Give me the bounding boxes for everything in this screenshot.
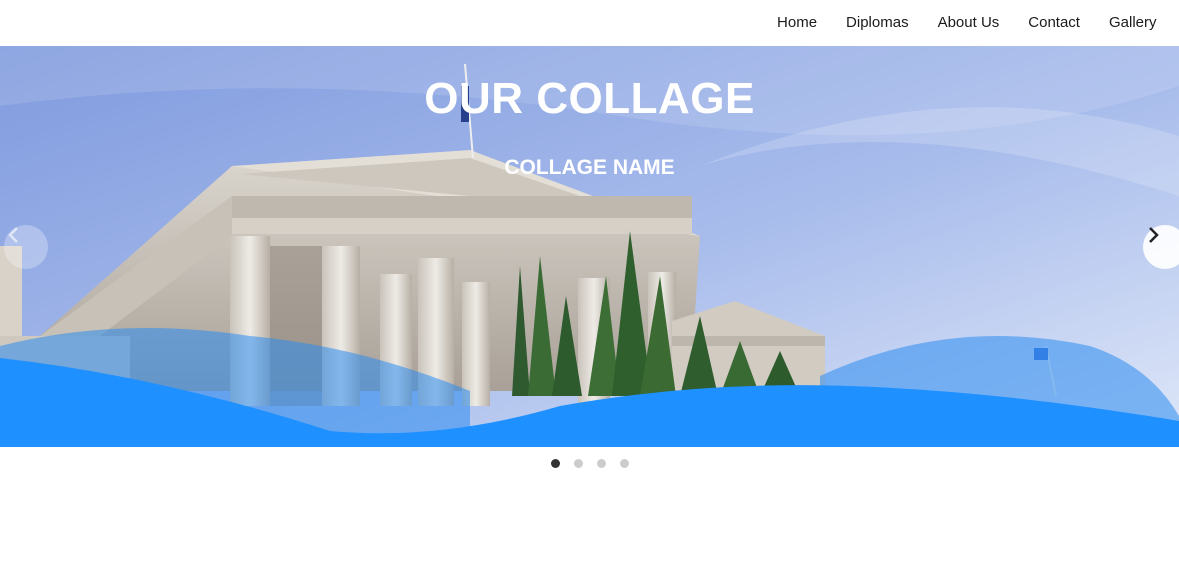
slide-dot-1[interactable] [550,458,560,468]
previous-slide-button[interactable] [4,225,48,269]
chevron-left-icon [8,227,18,243]
next-slide-button[interactable] [1143,225,1179,269]
slide-dot-2[interactable] [573,458,583,468]
nav-gallery-link[interactable]: Gallery [1109,0,1157,46]
slide-dot-3[interactable] [596,458,606,468]
slide-dot-4[interactable] [619,458,629,468]
nav-home-link[interactable]: Home [777,0,817,46]
nav-about-us-link[interactable]: About Us [938,0,1000,46]
top-navigation: Home Diplomas About Us Contact Gallery [0,0,1179,46]
hero-slider: OUR COLLAGE COLLAGE NAME [0,46,1179,447]
hero-title: OUR COLLAGE [424,74,755,123]
chevron-right-icon [1149,227,1159,243]
hero-subtitle: COLLAGE NAME [504,156,675,179]
slide-pagination [0,457,1179,469]
nav-contact-link[interactable]: Contact [1028,0,1080,46]
nav-diplomas-link[interactable]: Diplomas [846,0,909,46]
